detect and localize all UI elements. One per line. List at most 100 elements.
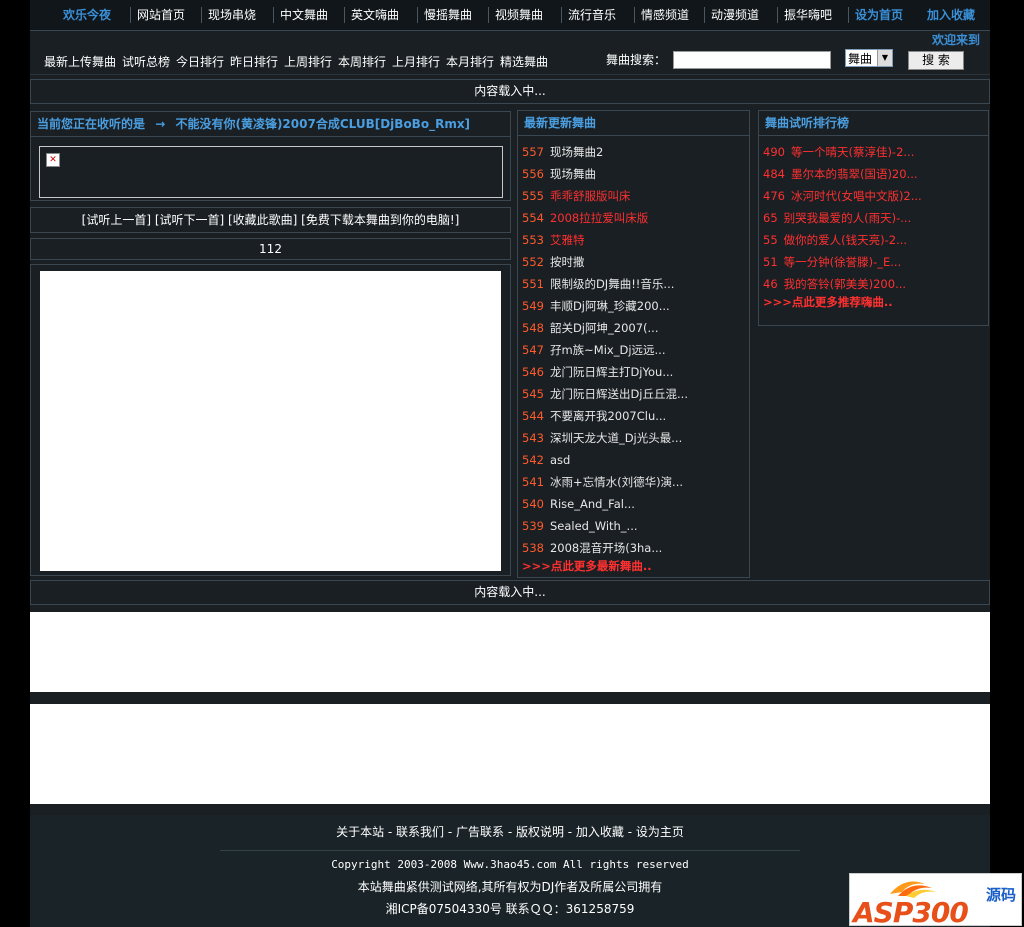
rank-title[interactable]: 墨尔本的翡翠(国语)20... [791, 167, 918, 181]
ranking-item[interactable]: 65 别哭我最爱的人(雨天)-... [763, 208, 911, 228]
track-number: 551 [522, 277, 544, 291]
latest-item[interactable]: 556 现场舞曲 [522, 164, 596, 184]
now-playing-song[interactable]: 不能没有你(黄凌锋)2007合成CLUB[DjBoBo_Rmx] [175, 117, 470, 131]
nav-item[interactable]: 现场串烧 [208, 7, 256, 23]
latest-item[interactable]: 546 龙门阮日辉主打DjYou... [522, 362, 673, 382]
track-title[interactable]: 2008拉拉爱叫床版 [550, 211, 648, 225]
latest-item[interactable]: 538 2008混音开场(3ha... [522, 538, 662, 558]
track-title[interactable]: Sealed_With_... [550, 519, 638, 533]
nav-separator [201, 7, 202, 23]
track-title[interactable]: 龙门阮日辉送出Dj丘丘混... [550, 387, 688, 401]
ad-banner-2[interactable] [30, 704, 990, 804]
page-container: 欢乐今夜 网站首页 现场串烧 中文舞曲 英文嗨曲 慢摇舞曲 视频舞曲 流行音乐 情感频道 动漫频道… [30, 0, 990, 927]
track-title[interactable]: 龙门阮日辉主打DjYou... [550, 365, 673, 379]
nav-item[interactable]: 中文舞曲 [280, 7, 328, 23]
nav-item[interactable]: 设为首页 [855, 7, 903, 23]
track-number: 553 [522, 233, 544, 247]
nav-item[interactable]: 网站首页 [137, 7, 185, 23]
subnav-item[interactable]: 试听总榜 [122, 53, 170, 70]
rank-title[interactable]: 冰河时代(女唱中文版)2... [791, 189, 922, 203]
track-title[interactable]: 乖乖舒服版叫床 [550, 189, 631, 203]
latest-item[interactable]: 544 不要离开我2007Clu... [522, 406, 666, 426]
latest-item[interactable]: 541 冰雨+忘情水(刘德华)演... [522, 472, 683, 492]
track-title[interactable]: Rise_And_Fal... [550, 497, 635, 511]
subnav-item[interactable]: 本周排行 [338, 53, 386, 70]
track-title[interactable]: asd [550, 453, 570, 467]
latest-item[interactable]: 543 深圳天龙大道_Dj光头最... [522, 428, 682, 448]
track-title[interactable]: 不要离开我2007Clu... [550, 409, 666, 423]
subnav-item[interactable]: 最新上传舞曲 [44, 53, 116, 70]
nav-item[interactable]: 视频舞曲 [495, 7, 543, 23]
footer-links[interactable]: 关于本站 - 联系我们 - 广告联系 - 版权说明 - 加入收藏 - 设为主页 [30, 823, 990, 840]
loading-text: 内容载入中... [474, 84, 546, 98]
latest-item[interactable]: 540 Rise_And_Fal... [522, 494, 635, 514]
track-number: 554 [522, 211, 544, 225]
nav-item[interactable]: 情感频道 [641, 7, 689, 23]
latest-item[interactable]: 551 限制级的DJ舞曲!!音乐... [522, 274, 674, 294]
player-box[interactable]: ✕ [39, 146, 503, 198]
latest-item[interactable]: 539 Sealed_With_... [522, 516, 638, 536]
track-title[interactable]: 孖m族~Mix_Dj远远... [550, 343, 666, 357]
nav-item[interactable]: 英文嗨曲 [351, 7, 399, 23]
nav-separator [704, 7, 705, 23]
track-title[interactable]: 现场舞曲 [550, 167, 596, 181]
rank-title[interactable]: 别哭我最爱的人(雨天)-... [784, 211, 912, 225]
search-button[interactable]: 搜 索 [908, 51, 964, 70]
nav-item[interactable]: 欢乐今夜 [63, 7, 111, 23]
latest-item[interactable]: 547 孖m族~Mix_Dj远远... [522, 340, 665, 360]
track-title[interactable]: 冰雨+忘情水(刘德华)演... [550, 475, 683, 489]
track-title[interactable]: 限制级的DJ舞曲!!音乐... [550, 277, 674, 291]
ranking-item[interactable]: 490 等一个晴天(蔡淳佳)-2... [763, 142, 914, 162]
latest-item[interactable]: 553 艾雅特 [522, 230, 584, 250]
nav-separator [561, 7, 562, 23]
latest-item[interactable]: 545 龙门阮日辉送出Dj丘丘混... [522, 384, 688, 404]
subnav-item[interactable]: 今日排行 [176, 53, 224, 70]
rank-title[interactable]: 等一个晴天(蔡淳佳)-2... [791, 145, 914, 159]
latest-item[interactable]: 542 asd [522, 450, 570, 470]
nav-item[interactable]: 慢摇舞曲 [424, 7, 472, 23]
nav-item[interactable]: 流行音乐 [568, 7, 616, 23]
track-title[interactable]: 2008混音开场(3ha... [550, 541, 662, 555]
asp300-logo[interactable]: ASP300 源码 [849, 873, 1022, 926]
subnav-item[interactable]: 昨日排行 [230, 53, 278, 70]
subnav-item[interactable]: 上月排行 [392, 53, 440, 70]
subnav-item[interactable]: 精选舞曲 [500, 53, 548, 70]
rank-count: 476 [763, 189, 785, 203]
ranking-more-link[interactable]: >>>点此更多推荐嗨曲.. [763, 292, 893, 312]
rank-title[interactable]: 等一分钟(徐誉滕)-_E... [784, 255, 902, 269]
ranking-item[interactable]: 476 冰河时代(女唱中文版)2... [763, 186, 922, 206]
nav-item[interactable]: 动漫频道 [711, 7, 759, 23]
track-title[interactable]: 艾雅特 [550, 233, 585, 247]
latest-item[interactable]: 548 韶关Dj阿坤_2007(... [522, 318, 658, 338]
nav-item[interactable]: 加入收藏 [927, 7, 975, 23]
latest-item[interactable]: 552 按时撒 [522, 252, 584, 272]
latest-item[interactable]: 549 丰顺Dj阿琳_珍藏200... [522, 296, 670, 316]
ranking-item[interactable]: 46 我的答铃(郭美美)200... [763, 274, 906, 294]
player-controls-links[interactable]: [试听上一首] [试听下一首] [收藏此歌曲] [免费下载本舞曲到你的电脑!] [82, 213, 460, 227]
chevron-down-icon[interactable]: ▼ [877, 50, 892, 66]
video-player[interactable] [40, 271, 501, 571]
latest-item[interactable]: 555 乖乖舒服版叫床 [522, 186, 630, 206]
subnav-item[interactable]: 本月排行 [446, 53, 494, 70]
latest-item[interactable]: 554 2008拉拉爱叫床版 [522, 208, 648, 228]
ranking-item[interactable]: 484 墨尔本的翡翠(国语)20... [763, 164, 918, 184]
search-input[interactable] [673, 51, 831, 69]
track-title[interactable]: 深圳天龙大道_Dj光头最... [550, 431, 682, 445]
track-title[interactable]: 现场舞曲2 [550, 145, 603, 159]
ranking-item[interactable]: 51 等一分钟(徐誉滕)-_E... [763, 252, 901, 272]
track-number: 555 [522, 189, 544, 203]
latest-item[interactable]: 557 现场舞曲2 [522, 142, 603, 162]
track-number: 547 [522, 343, 544, 357]
latest-more-link[interactable]: >>>点此更多最新舞曲.. [522, 556, 652, 576]
rank-count: 490 [763, 145, 785, 159]
search-type-select[interactable]: 舞曲 ▼ [845, 49, 893, 67]
subnav-item[interactable]: 上周排行 [284, 53, 332, 70]
track-title[interactable]: 丰顺Dj阿琳_珍藏200... [550, 299, 670, 313]
rank-title[interactable]: 做你的爱人(钱天亮)-2... [784, 233, 907, 247]
rank-title[interactable]: 我的答铃(郭美美)200... [784, 277, 906, 291]
track-title[interactable]: 韶关Dj阿坤_2007(... [550, 321, 659, 335]
track-title[interactable]: 按时撒 [550, 255, 585, 269]
ranking-item[interactable]: 55 做你的爱人(钱天亮)-2... [763, 230, 907, 250]
ad-banner-1[interactable] [30, 612, 990, 692]
nav-item[interactable]: 振华嗨吧 [784, 7, 832, 23]
